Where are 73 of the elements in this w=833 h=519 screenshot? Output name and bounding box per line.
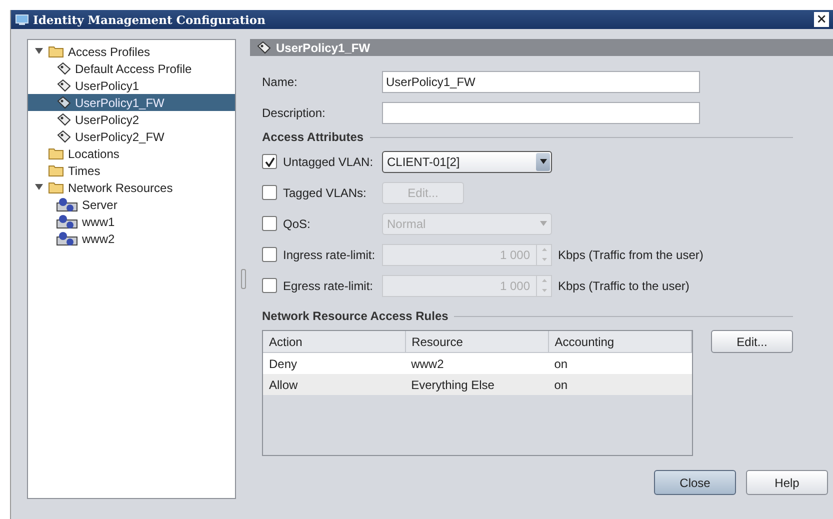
edit-button[interactable]: Edit... (711, 330, 793, 353)
section-title: Network Resource Access Rules (262, 309, 448, 323)
tree-item[interactable]: Times (28, 162, 235, 179)
tree-label: UserPolicy2 (75, 112, 140, 126)
tree-item[interactable]: UserPolicy1_FW (28, 94, 235, 111)
table-cell: Everything Else (405, 374, 548, 395)
table-cell: www2 (405, 352, 548, 374)
tree-label: UserPolicy1 (75, 78, 140, 92)
tree-item[interactable]: Default Access Profile (28, 60, 235, 77)
folder-icon (48, 164, 64, 177)
unit-label: Kbps (Traffic from the user) (558, 248, 704, 262)
tree-item[interactable]: UserPolicy1 (28, 77, 235, 94)
badge-icon (56, 113, 71, 126)
field-label: Description: (262, 106, 326, 120)
tree-item[interactable]: Access Profiles (28, 43, 235, 60)
section-title: Access Attributes (262, 130, 364, 144)
badge-icon (56, 62, 71, 75)
tree-item[interactable]: UserPolicy2 (28, 111, 235, 128)
checkbox-label: Untagged VLAN: (283, 154, 374, 168)
checkbox-label: QoS: (283, 216, 310, 230)
description-field[interactable] (382, 102, 700, 124)
table-cell: on (548, 352, 692, 374)
tree-item[interactable]: Locations (28, 145, 235, 162)
splitter-handle[interactable] (240, 269, 246, 289)
tree-label: UserPolicy2_FW (75, 130, 164, 144)
folder-icon (48, 147, 64, 160)
column-header[interactable]: Accounting (548, 331, 692, 352)
expand-icon[interactable] (35, 48, 43, 54)
server-icon (56, 214, 78, 230)
window-icon (15, 14, 29, 26)
tree-item[interactable]: Network Resources (28, 179, 235, 196)
badge-icon (56, 79, 71, 92)
badge-icon (56, 130, 71, 143)
dialog-button[interactable]: Help (746, 470, 828, 495)
server-icon (56, 196, 78, 212)
tree-label: Network Resources (68, 180, 173, 194)
table-cell: Deny (263, 352, 406, 374)
folder-icon (48, 45, 64, 58)
tree-label: Default Access Profile (75, 62, 192, 76)
server-icon (56, 230, 78, 246)
field-label: Name: (262, 74, 298, 88)
table-cell: Allow (263, 374, 406, 395)
tree-label: www2 (82, 232, 115, 246)
tree-item[interactable]: www1 (28, 213, 235, 230)
folder-icon (48, 181, 64, 194)
tree-label: Server (82, 198, 118, 212)
unit-label: Kbps (Traffic to the user) (558, 278, 690, 292)
checkbox-label: Tagged VLANs: (283, 186, 366, 200)
column-header[interactable]: Resource (405, 331, 548, 352)
tree-item[interactable]: Server (28, 196, 235, 213)
badge-icon (256, 41, 271, 54)
tree-label: Locations (68, 146, 120, 160)
column-header[interactable]: Action (263, 331, 406, 352)
close-button[interactable]: × (814, 12, 829, 27)
table-cell: on (548, 374, 692, 395)
panel-title: UserPolicy1_FW (276, 40, 370, 54)
checkbox-label: Ingress rate-limit: (283, 248, 376, 262)
tree-label: UserPolicy1_FW (75, 96, 164, 110)
dropdown[interactable]: CLIENT-01[2] (382, 150, 552, 172)
badge-icon (56, 96, 71, 109)
dropdown-arrow-icon (540, 159, 546, 164)
dropdown-arrow-icon (540, 221, 546, 226)
checkbox[interactable] (262, 154, 277, 169)
expand-icon[interactable] (35, 184, 43, 190)
dialog-button[interactable]: Close (654, 470, 736, 495)
tree-label: Access Profiles (68, 44, 150, 58)
tree-label: Times (68, 164, 100, 178)
window-title: Identity Management Configuration (33, 12, 266, 26)
checkbox-label: Egress rate-limit: (283, 278, 374, 292)
tree-item[interactable]: UserPolicy2_FW (28, 128, 235, 145)
tree-item[interactable]: www2 (28, 230, 235, 247)
tree-label: www1 (82, 214, 115, 228)
name-field[interactable]: UserPolicy1_FW (382, 70, 700, 92)
